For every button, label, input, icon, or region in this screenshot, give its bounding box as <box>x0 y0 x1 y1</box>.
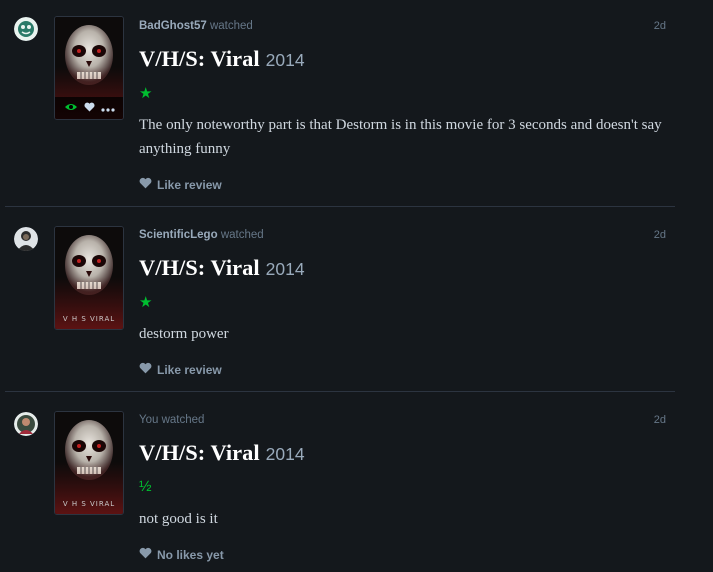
avatar[interactable] <box>14 412 38 436</box>
poster-caption: V H S VIRAL <box>62 500 116 508</box>
review-date[interactable]: 2d <box>654 414 666 426</box>
film-year[interactable]: 2014 <box>266 444 305 464</box>
like-count: No likes yet <box>139 547 224 562</box>
film-title[interactable]: V/H/S: Viral <box>139 440 260 465</box>
review-attribution: You watched <box>139 414 204 426</box>
rating-stars: ½ <box>139 478 152 495</box>
watched-label: You watched <box>139 414 205 426</box>
heart-icon <box>139 547 152 562</box>
like-label: No likes yet <box>157 547 224 562</box>
film-title-line: V/H/S: Viral 2014 <box>139 440 305 466</box>
review-text[interactable]: not good is it <box>139 507 679 531</box>
film-poster[interactable]: V H S VIRAL <box>54 411 124 515</box>
review-item: V H S VIRAL You watched 2d V/H/S: Viral 2… <box>0 0 713 572</box>
